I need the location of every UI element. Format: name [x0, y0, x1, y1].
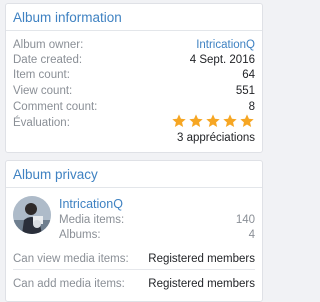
can-add-value: Registered members [148, 278, 255, 290]
date-created-label: Date created: [13, 54, 83, 66]
view-count-value: 551 [235, 85, 255, 97]
privacy-user-name-link[interactable]: IntricationQ [59, 196, 123, 212]
can-view-row: Can view media items: Registered members [13, 251, 255, 267]
album-information-header: Album information [6, 4, 262, 31]
media-items-value: 140 [235, 214, 255, 226]
item-count-value: 64 [242, 69, 255, 81]
can-add-row: Can add media items: Registered members [13, 276, 255, 292]
star-icon[interactable] [205, 113, 221, 131]
rating-stars[interactable] [171, 113, 255, 131]
album-owner-link[interactable]: IntricationQ [196, 37, 255, 53]
can-view-value: Registered members [148, 253, 255, 265]
album-information-card: Album information Album owner: Intricati… [5, 3, 263, 153]
can-add-label: Can add media items: [13, 278, 125, 290]
rating-row: Évaluation: [13, 113, 255, 131]
albums-row: Albums: 4 [59, 227, 255, 243]
media-items-label: Media items: [59, 214, 125, 226]
date-created-value: 4 Sept. 2016 [189, 54, 255, 66]
media-items-row: Media items: 140 [59, 212, 255, 228]
rating-label: Évaluation: [13, 117, 70, 129]
date-created-row: Date created: 4 Sept. 2016 [13, 52, 255, 68]
album-owner-label: Album owner: [13, 39, 84, 51]
star-icon[interactable] [222, 113, 238, 131]
item-count-row: Item count: 64 [13, 67, 255, 83]
user-avatar-photo-icon [13, 196, 51, 234]
album-privacy-header: Album privacy [6, 161, 262, 188]
albums-value: 4 [248, 229, 255, 241]
album-owner-row: Album owner: IntricationQ [13, 37, 255, 53]
album-privacy-card: Album privacy IntricationQ Media items: … [5, 160, 263, 302]
view-count-row: View count: 551 [13, 83, 255, 99]
album-information-title: Album information [13, 10, 122, 25]
item-count-label: Item count: [13, 69, 70, 81]
albums-label: Albums: [59, 229, 101, 241]
permissions-divider [13, 269, 255, 270]
star-icon[interactable] [188, 113, 204, 131]
user-avatar[interactable] [13, 196, 51, 234]
appreciations-count[interactable]: 3 appréciations [177, 130, 255, 146]
star-icon[interactable] [239, 113, 255, 131]
album-privacy-title: Album privacy [13, 167, 98, 182]
comment-count-label: Comment count: [13, 101, 98, 113]
star-icon[interactable] [171, 113, 187, 131]
can-view-label: Can view media items: [13, 253, 129, 265]
view-count-label: View count: [13, 85, 73, 97]
